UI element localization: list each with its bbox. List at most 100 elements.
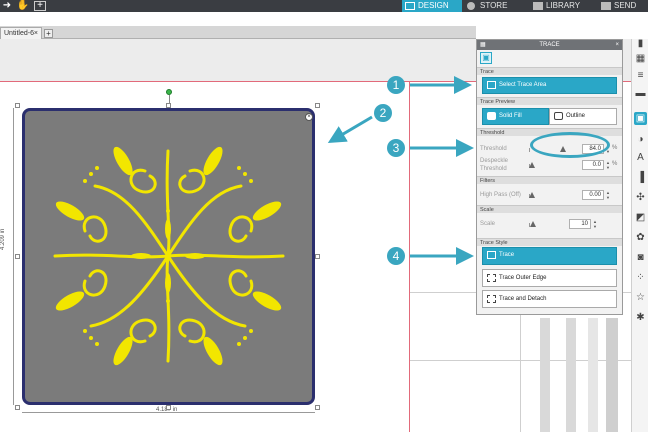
page-setup-icon[interactable]: ▮ xyxy=(634,37,647,50)
tab-store-label: STORE xyxy=(480,1,508,10)
trace-style-icon xyxy=(487,251,496,259)
resize-handle-top-right[interactable] xyxy=(315,103,320,108)
replicate-icon[interactable]: ◩ xyxy=(634,211,647,224)
favorites-icon[interactable]: ☆ xyxy=(634,291,647,304)
panel-title-bar[interactable]: ▦ TRACE × xyxy=(477,40,622,50)
sketch-effects-icon[interactable]: ✱ xyxy=(634,311,647,324)
panel-grip-icon[interactable]: ▦ xyxy=(480,40,486,50)
resize-handle-bottom-left[interactable] xyxy=(15,405,20,410)
callout-2: 2 xyxy=(374,104,392,122)
modify-icon[interactable]: ✿ xyxy=(634,231,647,244)
pixscan-icon[interactable]: ▦ xyxy=(634,52,647,65)
high-pass-stepper[interactable]: ▲ ▼ xyxy=(605,190,611,200)
trace-and-detach-label: Trace and Detach xyxy=(499,296,547,302)
resize-handle-top[interactable] xyxy=(166,103,171,108)
imported-image[interactable] xyxy=(22,108,315,405)
slider-thumb[interactable] xyxy=(530,221,536,227)
select-trace-area-label: Select Trace Area xyxy=(499,82,547,88)
scale-label: Scale xyxy=(480,221,496,227)
pan-hand-icon[interactable]: ✋ xyxy=(16,0,30,12)
despeckle-label-line2: Threshold xyxy=(480,166,507,172)
solid-fill-icon xyxy=(487,112,496,120)
offset-icon[interactable]: ◙ xyxy=(634,251,647,264)
high-pass-slider[interactable] xyxy=(529,191,569,200)
add-page-icon[interactable]: + xyxy=(34,1,46,11)
high-pass-label: High Pass (Off) xyxy=(480,192,521,198)
nesting-icon[interactable]: ⁘ xyxy=(634,271,647,284)
mandala-artwork xyxy=(53,146,285,366)
close-tab-icon[interactable]: × xyxy=(34,28,38,39)
callout-1: 1 xyxy=(387,76,405,94)
trace-and-detach-button[interactable]: Trace and Detach xyxy=(482,290,617,308)
panel-close-icon[interactable]: × xyxy=(615,40,619,50)
threshold-label: Threshold xyxy=(480,146,507,152)
despeckle-stepper[interactable]: ▲ ▼ xyxy=(605,160,611,170)
section-scale: Scale xyxy=(477,205,622,213)
tab-library-label: LIBRARY xyxy=(546,1,581,10)
trace-outer-edge-button[interactable]: Trace Outer Edge xyxy=(482,269,617,287)
tab-send[interactable]: SEND xyxy=(598,0,648,12)
despeckle-slider[interactable] xyxy=(529,161,569,170)
despeckle-input[interactable]: 0.0 xyxy=(582,160,604,170)
scale-slider[interactable] xyxy=(529,220,569,229)
detach-icon xyxy=(487,295,496,303)
document-tabs: Untitled-6 × + xyxy=(0,26,476,39)
outline-button[interactable]: Outline xyxy=(549,108,617,125)
resize-handle-top-left[interactable] xyxy=(15,103,20,108)
resize-handle-right[interactable] xyxy=(315,254,320,259)
cut-border-right xyxy=(409,81,410,432)
align-icon[interactable]: ▐ xyxy=(634,171,647,184)
right-toolbar: ▮ ▦ ≡ ▬ ▣ ◑ A ▐ ✣ ◩ ✿ ◙ ⁘ ☆ ✱ xyxy=(631,37,648,432)
panel-title: TRACE xyxy=(539,42,560,48)
trace-panel: ▦ TRACE × ▣ Trace Select Trace Area Trac… xyxy=(476,39,623,315)
despeckle-label: Despeckle xyxy=(480,158,509,164)
height-dimension-label: 4.209 in xyxy=(0,228,6,250)
section-trace-preview: Trace Preview xyxy=(477,97,622,105)
image-effects-icon[interactable]: ◑ xyxy=(634,133,647,146)
lock-ratio-icon[interactable]: × xyxy=(305,113,313,121)
slider-track xyxy=(529,164,569,168)
resize-handle-left[interactable] xyxy=(15,254,20,259)
threshold-highlight-ring xyxy=(530,132,610,158)
scale-stepper[interactable]: ▲ ▼ xyxy=(592,219,598,229)
height-dimension-line xyxy=(13,108,14,405)
trace-panel-icon[interactable]: ▣ xyxy=(634,112,647,125)
library-icon xyxy=(533,2,543,10)
trace-button[interactable]: Trace xyxy=(482,247,617,265)
document-tab[interactable]: Untitled-6 × xyxy=(0,27,42,39)
scroll-track xyxy=(540,318,550,432)
top-bar: ➜ ✋ + DESIGN STORE LIBRARY SEND xyxy=(0,0,648,12)
store-icon xyxy=(467,2,475,10)
rotate-handle[interactable] xyxy=(166,89,172,95)
slider-thumb[interactable] xyxy=(529,192,535,198)
solid-fill-button[interactable]: Solid Fill xyxy=(482,108,549,125)
high-pass-input[interactable]: 0.00 xyxy=(582,190,604,200)
send-icon xyxy=(601,2,611,10)
scrollbar[interactable] xyxy=(606,318,618,432)
tab-design-label: DESIGN xyxy=(418,1,449,10)
resize-handle-bottom[interactable] xyxy=(166,405,171,410)
select-trace-area-button[interactable]: Select Trace Area xyxy=(482,77,617,94)
trace-outer-edge-label: Trace Outer Edge xyxy=(499,275,547,281)
trace-label: Trace xyxy=(499,252,515,258)
tab-send-label: SEND xyxy=(614,1,637,10)
design-icon xyxy=(405,2,415,10)
scale-input[interactable]: 10 xyxy=(569,219,591,229)
outer-edge-icon xyxy=(487,274,496,282)
transform-icon[interactable]: ✣ xyxy=(634,191,647,204)
tab-design[interactable]: DESIGN xyxy=(402,0,462,12)
slider-track xyxy=(529,194,569,198)
arrow-tool-icon[interactable]: ➜ xyxy=(0,0,14,12)
line-style-icon[interactable]: ≡ xyxy=(634,69,647,82)
slider-thumb[interactable] xyxy=(529,162,535,168)
tab-library[interactable]: LIBRARY xyxy=(530,0,592,12)
text-icon[interactable]: A xyxy=(634,151,647,164)
despeckle-unit: % xyxy=(612,161,618,167)
trace-icon: ▣ xyxy=(480,52,492,64)
scroll-track xyxy=(588,318,598,432)
tab-store[interactable]: STORE xyxy=(464,0,526,12)
resize-handle-bottom-right[interactable] xyxy=(315,405,320,410)
scroll-track xyxy=(566,318,576,432)
fill-icon[interactable]: ▬ xyxy=(634,87,647,100)
new-tab-button[interactable]: + xyxy=(44,29,53,38)
